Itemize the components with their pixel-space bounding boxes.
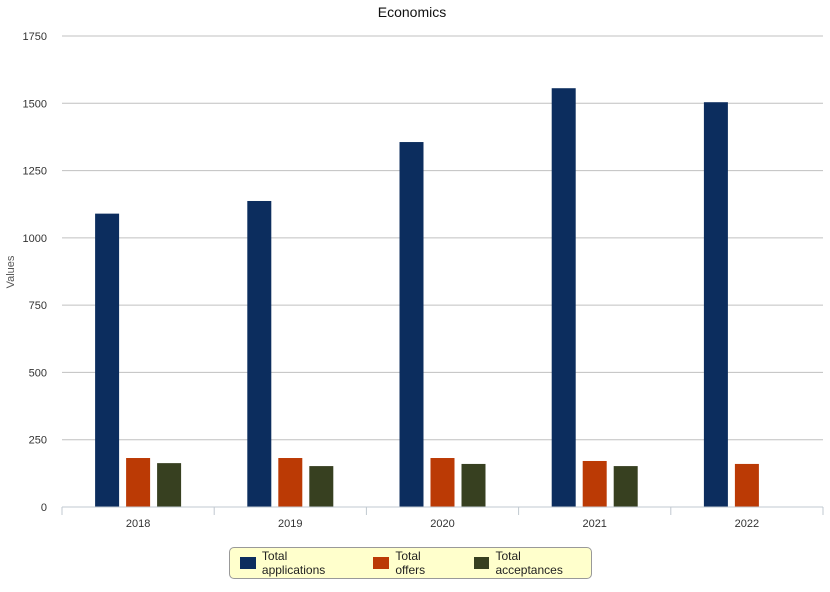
y-tick-labels: 0 250 500 750 1000 1250 1500 1750 bbox=[23, 31, 47, 514]
y-tick-label: 500 bbox=[29, 367, 47, 379]
bar-total-offers bbox=[126, 458, 151, 507]
x-tick-label: 2019 bbox=[278, 518, 302, 530]
bar-total-acceptances bbox=[157, 463, 182, 507]
legend-item-acceptances[interactable]: Total acceptances bbox=[473, 549, 591, 577]
bar-total-acceptances bbox=[309, 466, 334, 507]
legend-swatch bbox=[373, 557, 390, 569]
x-tick-label: 2018 bbox=[126, 518, 150, 530]
bar-total-offers bbox=[734, 463, 759, 507]
x-tick-label: 2020 bbox=[430, 518, 454, 530]
legend-item-applications[interactable]: Total applications bbox=[240, 549, 353, 577]
y-tick-label: 1000 bbox=[23, 233, 47, 245]
bar-total-offers bbox=[278, 458, 303, 507]
legend-label: Total offers bbox=[395, 549, 426, 577]
bars bbox=[95, 88, 759, 508]
bar-total-offers bbox=[582, 460, 607, 507]
bar-total-acceptances bbox=[613, 466, 638, 507]
y-tick-label: 0 bbox=[41, 502, 47, 514]
y-tick-label: 1500 bbox=[23, 98, 47, 110]
y-tick-label: 750 bbox=[29, 300, 47, 312]
bar-total-acceptances bbox=[461, 463, 486, 507]
legend-item-offers[interactable]: Total offers bbox=[373, 549, 453, 577]
bar-total-applications bbox=[703, 102, 728, 508]
bar-total-applications bbox=[247, 200, 272, 508]
bar-total-applications bbox=[551, 88, 576, 507]
legend-swatch bbox=[240, 557, 256, 569]
bar-total-applications bbox=[399, 142, 424, 507]
chart-svg: Economics Values 0 250 500 750 1000 1250 1500 1… bbox=[5, 4, 824, 530]
y-tick-label: 1250 bbox=[23, 166, 47, 178]
y-tick-label: 250 bbox=[29, 435, 47, 447]
x-tick-label: 2022 bbox=[735, 518, 759, 530]
y-axis-label: Values bbox=[5, 255, 17, 288]
legend: Total applications Total offers Total ac… bbox=[229, 547, 592, 579]
bar-total-applications bbox=[95, 213, 120, 508]
chart-title: Economics bbox=[378, 4, 446, 20]
legend-swatch bbox=[473, 557, 490, 569]
x-axis: 2018 2019 2020 2021 2022 bbox=[61, 506, 824, 530]
legend-label: Total applications bbox=[261, 549, 326, 577]
legend-label: Total acceptances bbox=[495, 549, 563, 577]
y-tick-label: 1750 bbox=[23, 31, 47, 43]
bar-total-offers bbox=[430, 458, 455, 507]
x-tick-label: 2021 bbox=[582, 518, 606, 530]
